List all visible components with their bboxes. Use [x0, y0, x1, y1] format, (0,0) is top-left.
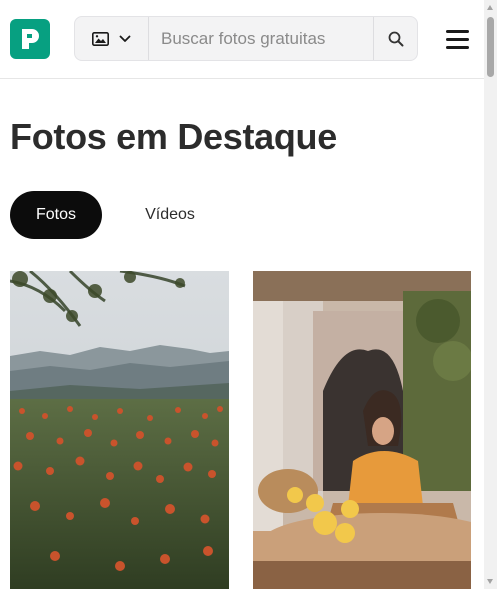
photo-card-flower-field[interactable]: [10, 271, 229, 589]
search-input[interactable]: [149, 17, 373, 60]
top-navbar: [0, 0, 485, 79]
search-button[interactable]: [373, 17, 418, 60]
image-icon: [92, 31, 109, 46]
flower-field-photo: [10, 271, 229, 589]
page-scrollbar[interactable]: [484, 0, 497, 589]
brand-logo[interactable]: [10, 19, 50, 59]
search-icon: [388, 31, 404, 46]
menu-line: [446, 29, 469, 33]
search-bar: [74, 16, 418, 61]
woman-with-lemons-photo: [253, 271, 471, 589]
scroll-up-arrow-icon[interactable]: [487, 5, 493, 10]
photo-card-woman-lemons[interactable]: [253, 271, 471, 589]
tab-fotos[interactable]: Fotos: [10, 191, 102, 239]
menu-line: [446, 45, 469, 49]
tab-videos[interactable]: Vídeos: [120, 191, 220, 239]
scroll-down-arrow-icon[interactable]: [487, 579, 493, 584]
media-type-dropdown[interactable]: [75, 17, 149, 60]
page-title: Fotos em Destaque: [10, 116, 337, 157]
logo-mark-icon: [22, 29, 39, 49]
scroll-thumb[interactable]: [487, 17, 494, 77]
menu-line: [446, 37, 469, 41]
chevron-down-icon: [119, 35, 131, 42]
hamburger-menu-icon[interactable]: [443, 26, 473, 52]
